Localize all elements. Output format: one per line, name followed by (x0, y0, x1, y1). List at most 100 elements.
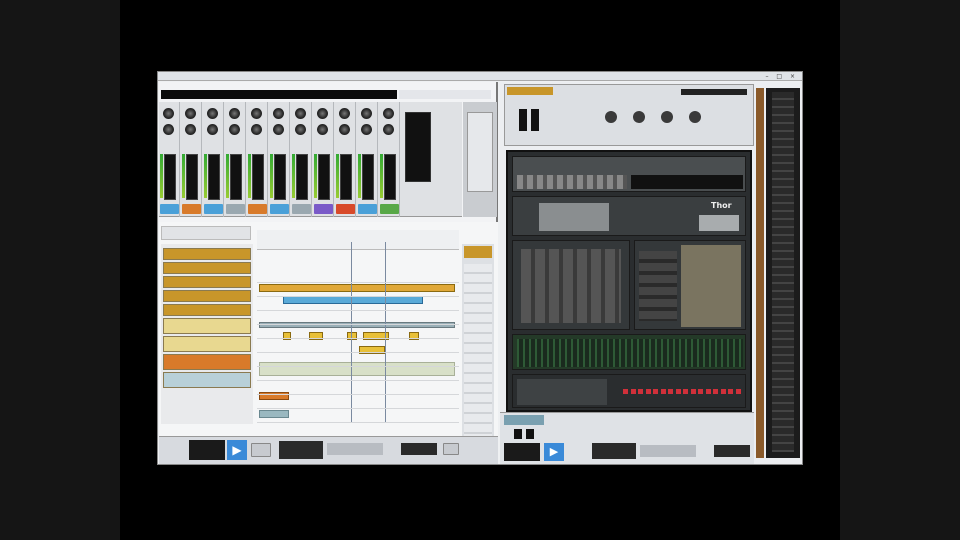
channel-label[interactable] (160, 204, 179, 214)
fader[interactable] (519, 109, 527, 131)
knob[interactable] (229, 108, 240, 119)
step-leds[interactable] (623, 389, 743, 395)
channel-fader[interactable] (362, 154, 374, 200)
channel-fader[interactable] (230, 154, 242, 200)
transport-controls[interactable] (327, 443, 383, 455)
knob[interactable] (661, 111, 673, 123)
channel-fader[interactable] (340, 154, 352, 200)
knob[interactable] (633, 111, 645, 123)
channel-label[interactable] (314, 204, 333, 214)
step-led[interactable] (630, 389, 636, 394)
channel-label[interactable] (204, 204, 223, 214)
step-led[interactable] (698, 389, 703, 394)
knob[interactable] (361, 108, 372, 119)
step-led[interactable] (660, 389, 666, 394)
step-led[interactable] (653, 389, 658, 394)
channel-fader[interactable] (318, 154, 330, 200)
window-controls[interactable]: – □ × (765, 73, 798, 80)
channel-fader[interactable] (274, 154, 286, 200)
right-locator[interactable] (385, 242, 386, 422)
channel-label[interactable] (336, 204, 355, 214)
knob[interactable] (251, 108, 262, 119)
step-led[interactable] (720, 389, 726, 394)
knob[interactable] (339, 108, 350, 119)
clip[interactable] (259, 322, 455, 328)
track-row[interactable] (163, 276, 251, 288)
channel-label[interactable] (248, 204, 267, 214)
step-led[interactable] (690, 389, 696, 394)
knob[interactable] (383, 124, 394, 135)
step-led[interactable] (645, 389, 651, 394)
step-led[interactable] (623, 389, 628, 394)
track-row[interactable] (163, 354, 251, 370)
clip[interactable] (283, 296, 423, 304)
loop-button[interactable] (443, 443, 459, 455)
channel-fader[interactable] (384, 154, 396, 200)
keyboard-section[interactable] (539, 203, 609, 231)
channel-fader[interactable] (208, 154, 220, 200)
track-row[interactable] (163, 304, 251, 316)
rack-navigator[interactable] (766, 88, 800, 458)
knob[interactable] (317, 124, 328, 135)
step-led[interactable] (638, 389, 643, 394)
knob[interactable] (185, 108, 196, 119)
matrix-grid[interactable] (517, 339, 743, 367)
channel-fader[interactable] (186, 154, 198, 200)
sequencer-toolbar[interactable] (161, 226, 251, 240)
knob[interactable] (185, 124, 196, 135)
channel-fader[interactable] (164, 154, 176, 200)
step-led[interactable] (735, 389, 741, 394)
channel-label[interactable] (226, 204, 245, 214)
knob[interactable] (251, 124, 262, 135)
step-led[interactable] (675, 389, 681, 394)
fader[interactable] (514, 429, 522, 439)
sequencer-controls[interactable] (517, 379, 607, 405)
knob[interactable] (273, 124, 284, 135)
channel-fader[interactable] (296, 154, 308, 200)
oscillator-controls[interactable] (521, 249, 621, 323)
track-row[interactable] (163, 318, 251, 334)
device-tab[interactable] (504, 415, 544, 425)
timeline-ruler[interactable] (257, 230, 459, 250)
knob[interactable] (339, 124, 350, 135)
fader[interactable] (526, 429, 534, 439)
global-panel[interactable] (699, 215, 739, 231)
channel-label[interactable] (292, 204, 311, 214)
channel-label[interactable] (358, 204, 377, 214)
knob[interactable] (295, 108, 306, 119)
channel-label[interactable] (380, 204, 399, 214)
clip[interactable] (259, 284, 455, 292)
track-row[interactable] (163, 336, 251, 352)
channel-label[interactable] (270, 204, 289, 214)
track-row[interactable] (163, 262, 251, 274)
step-led[interactable] (705, 389, 711, 394)
step-led[interactable] (668, 389, 673, 394)
play-icon[interactable]: ▶ (544, 443, 564, 461)
step-led[interactable] (728, 389, 733, 394)
master-fader[interactable] (405, 112, 431, 182)
knob[interactable] (163, 124, 174, 135)
step-led[interactable] (683, 389, 688, 394)
knob[interactable] (163, 108, 174, 119)
track-row[interactable] (163, 290, 251, 302)
filter-controls[interactable] (639, 251, 677, 321)
fader[interactable] (531, 109, 539, 131)
step-sequencer-panel[interactable] (681, 245, 741, 327)
knob[interactable] (361, 124, 372, 135)
knob[interactable] (207, 124, 218, 135)
transport-controls[interactable] (640, 445, 696, 457)
channel-fader[interactable] (252, 154, 264, 200)
step-led[interactable] (713, 389, 718, 394)
knob[interactable] (229, 124, 240, 135)
tool-list[interactable] (464, 264, 492, 438)
clip[interactable] (259, 362, 455, 376)
knob[interactable] (689, 111, 701, 123)
click-button[interactable] (251, 443, 271, 457)
knob[interactable] (207, 108, 218, 119)
knob-row[interactable] (517, 175, 627, 189)
toolbar-buttons[interactable] (399, 90, 491, 99)
knob[interactable] (605, 111, 617, 123)
clip[interactable] (259, 410, 289, 418)
knob[interactable] (317, 108, 328, 119)
track-row[interactable] (163, 248, 251, 260)
